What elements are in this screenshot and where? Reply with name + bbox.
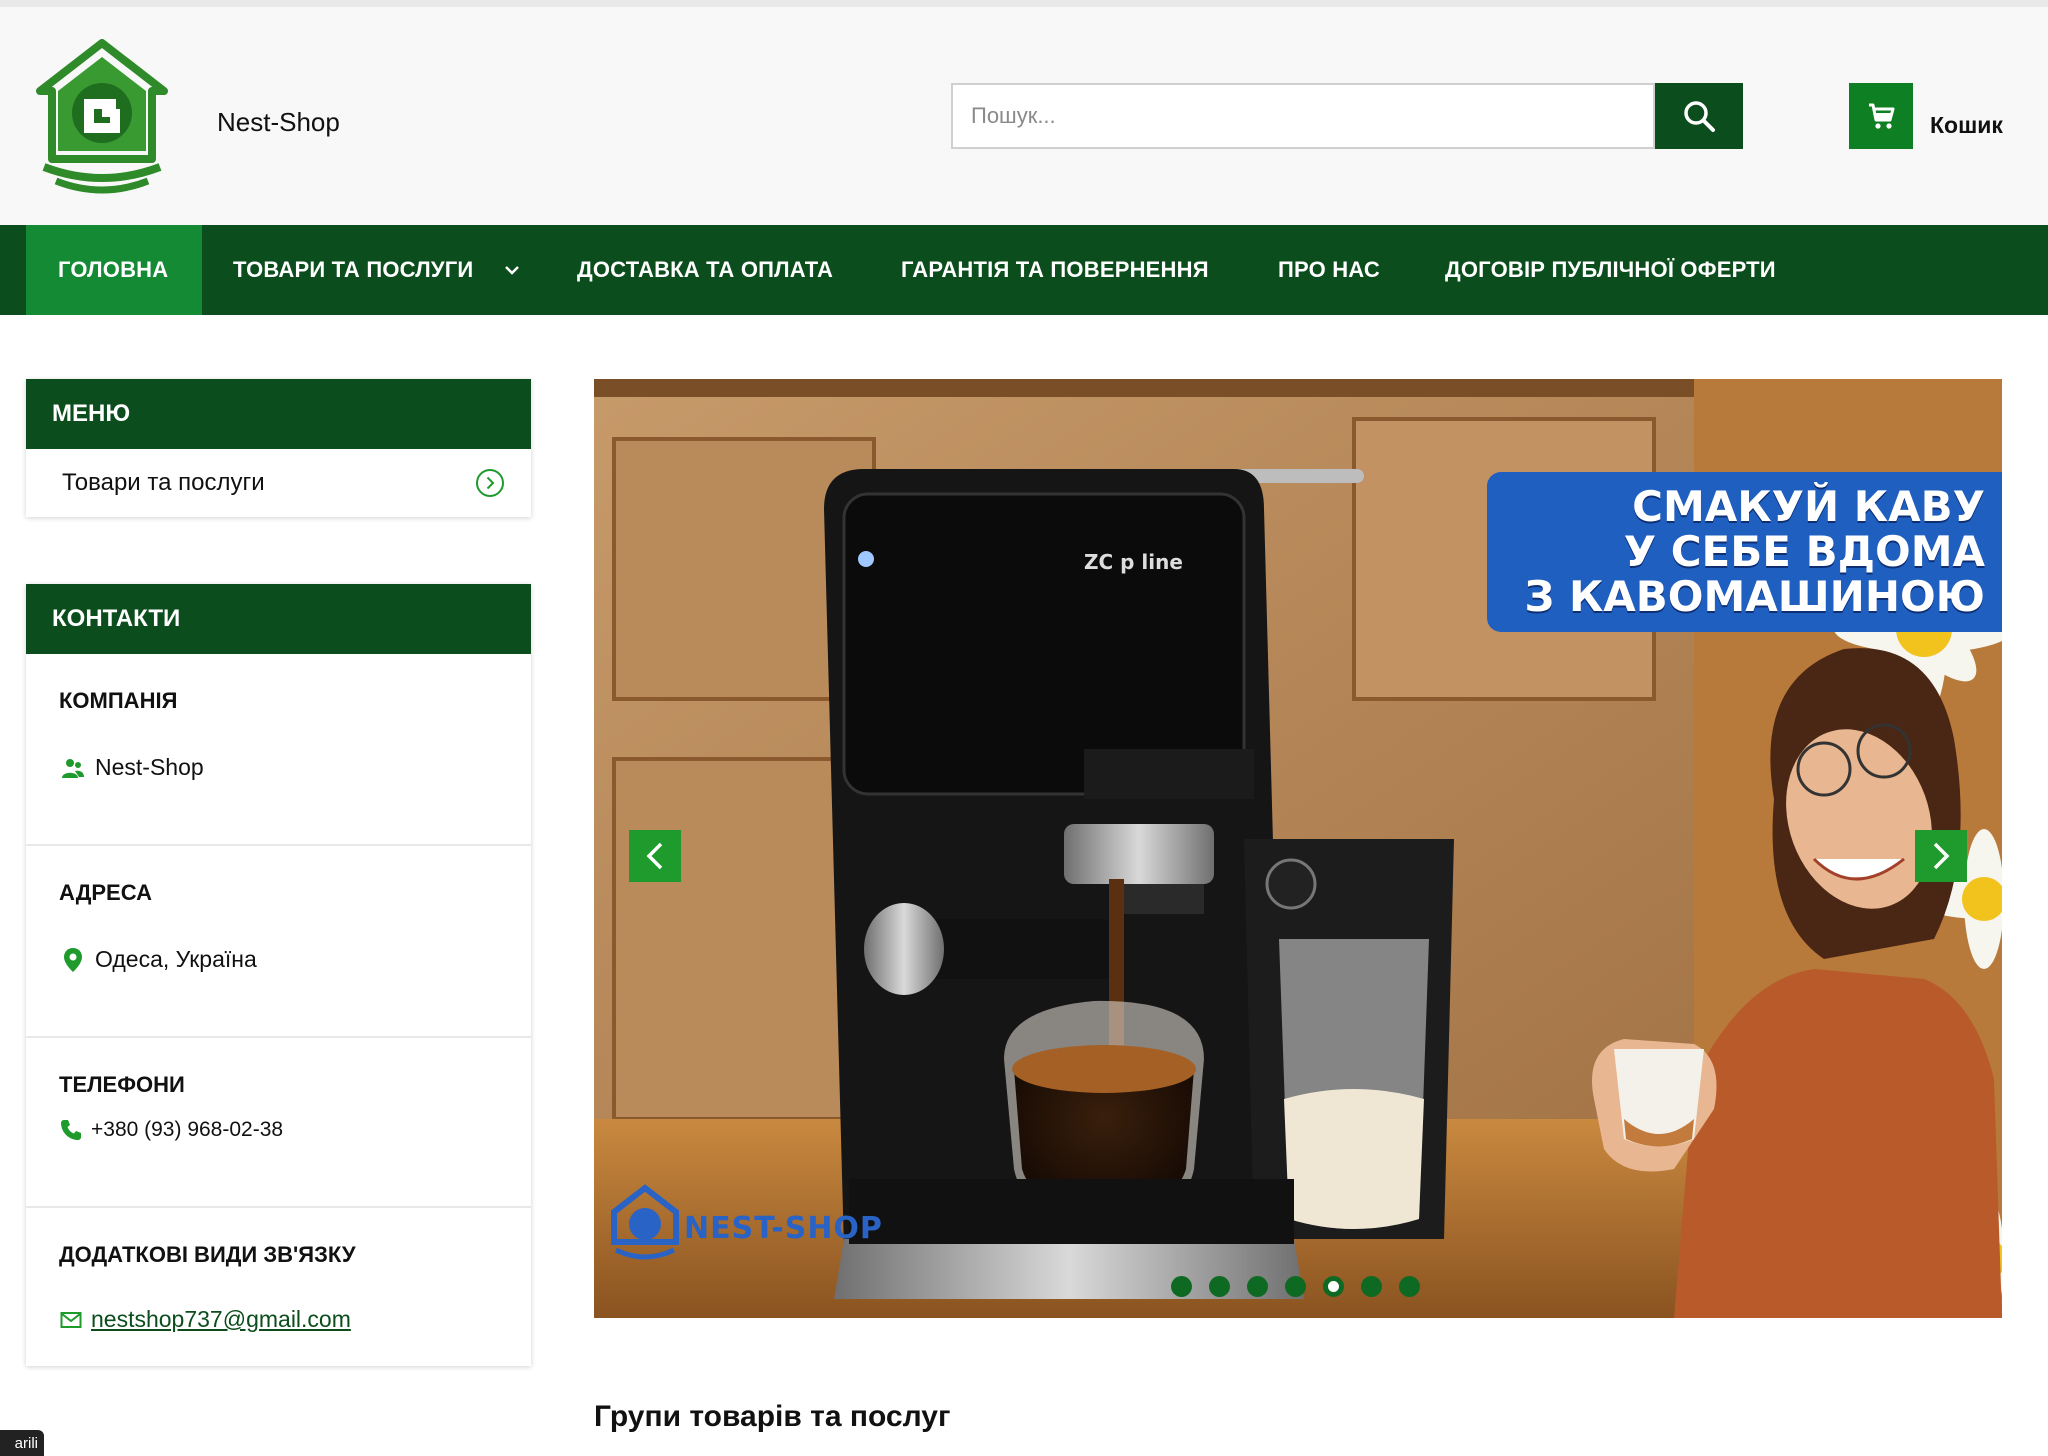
nav-delivery-label: ДОСТАВКА ТА ОПЛАТА	[577, 257, 834, 282]
slider-dot[interactable]	[1399, 1276, 1420, 1297]
slider-dot[interactable]	[1247, 1276, 1268, 1297]
users-icon	[59, 756, 87, 780]
address-row: Одеса, Україна	[59, 946, 257, 973]
cart-icon	[1869, 103, 1895, 129]
phone-number[interactable]: +380 (93) 968-02-38	[91, 1118, 283, 1142]
contact-extra: ДОДАТКОВІ ВИДИ ЗВ'ЯЗКУ nestshop737@gmail…	[26, 1208, 531, 1366]
address-title: АДРЕСА	[59, 880, 152, 905]
menu-panel-title: МЕНЮ	[26, 379, 531, 449]
corner-badge[interactable]: arili	[0, 1430, 44, 1456]
nav-about-label: ПРО НАС	[1278, 257, 1380, 282]
main-nav: ГОЛОВНА ТОВАРИ ТА ПОСЛУГИ ДОСТАВКА ТА ОП…	[0, 225, 2048, 315]
nav-home[interactable]: ГОЛОВНА	[26, 225, 202, 315]
watermark-logo: NEST-SHOP	[684, 1211, 883, 1246]
company-name: Nest-Shop	[95, 754, 204, 780]
slider-next-button[interactable]	[1915, 830, 1967, 882]
slogan-line-2: У СЕБЕ ВДОМА	[1623, 527, 1985, 576]
slider-dot-active[interactable]	[1323, 1276, 1344, 1297]
chevron-left-icon	[646, 842, 663, 870]
slider-dots	[1171, 1276, 1420, 1297]
nav-products[interactable]: ТОВАРИ ТА ПОСЛУГИ	[233, 225, 521, 315]
nav-products-label: ТОВАРИ ТА ПОСЛУГИ	[233, 257, 474, 282]
contact-address: АДРЕСА Одеса, Україна	[26, 846, 531, 1038]
nav-about[interactable]: ПРО НАС	[1278, 225, 1380, 315]
cart-label[interactable]: Кошик	[1930, 112, 2003, 139]
top-strip	[0, 0, 2048, 7]
menu-panel: МЕНЮ Товари та послуги	[26, 379, 531, 517]
groups-heading: Групи товарів та послуг	[594, 1400, 951, 1433]
nav-warranty[interactable]: ГАРАНТІЯ ТА ПОВЕРНЕННЯ	[901, 225, 1209, 315]
slogan-line-3: З КАВОМАШИНОЮ	[1524, 572, 1985, 621]
nav-warranty-label: ГАРАНТІЯ ТА ПОВЕРНЕННЯ	[901, 257, 1209, 282]
nav-delivery[interactable]: ДОСТАВКА ТА ОПЛАТА	[577, 225, 833, 315]
search-input[interactable]	[953, 85, 1653, 147]
phones-title: ТЕЛЕФОНИ	[59, 1072, 185, 1097]
nav-offer[interactable]: ДОГОВІР ПУБЛІЧНОЇ ОФЕРТИ	[1445, 225, 1776, 315]
envelope-icon	[59, 1311, 83, 1329]
slogan-box: СМАКУЙ КАВУ У СЕБЕ ВДОМА З КАВОМАШИНОЮ	[1487, 472, 2002, 632]
cart-button[interactable]	[1849, 83, 1913, 149]
chevron-down-icon	[505, 266, 520, 275]
contact-company: КОМПАНІЯ Nest-Shop	[26, 654, 531, 846]
chevron-right-icon	[1933, 842, 1950, 870]
extra-title: ДОДАТКОВІ ВИДИ ЗВ'ЯЗКУ	[59, 1242, 356, 1267]
slider-dot[interactable]	[1361, 1276, 1382, 1297]
search-field[interactable]	[951, 83, 1655, 149]
search-button[interactable]	[1655, 83, 1743, 149]
watermark-emblem	[611, 1184, 679, 1260]
slogan-line-1: СМАКУЙ КАВУ	[1632, 482, 1985, 531]
phone-icon	[59, 1119, 83, 1141]
phone-row: +380 (93) 968-02-38	[59, 1118, 283, 1142]
contacts-panel: КОНТАКТИ КОМПАНІЯ Nest-Shop АДРЕСА Одеса…	[26, 584, 531, 1366]
company-row: Nest-Shop	[59, 754, 204, 781]
slider-dot[interactable]	[1171, 1276, 1192, 1297]
svg-text:ZC p line: ZC p line	[1084, 550, 1183, 574]
chevron-right-circle-icon	[476, 469, 504, 497]
watermark-text: NEST-SHOP	[684, 1211, 883, 1246]
slider-dot[interactable]	[1285, 1276, 1306, 1297]
brand-name[interactable]: Nest-Shop	[217, 107, 340, 138]
email-row: nestshop737@gmail.com	[59, 1306, 351, 1333]
search-icon	[1684, 101, 1715, 132]
corner-badge-text: arili	[14, 1434, 38, 1452]
address-value: Одеса, Україна	[95, 946, 257, 972]
slider-dot[interactable]	[1209, 1276, 1230, 1297]
menu-item-products[interactable]: Товари та послуги	[26, 449, 531, 517]
menu-item-label: Товари та послуги	[62, 469, 265, 496]
nav-home-label: ГОЛОВНА	[58, 257, 169, 282]
email-link[interactable]: nestshop737@gmail.com	[91, 1306, 351, 1333]
contacts-panel-title: КОНТАКТИ	[26, 584, 531, 654]
slider-prev-button[interactable]	[629, 830, 681, 882]
promo-slider: ZC p line СМАКУЙ КАВУ У СЕБЕ ВДОМА З КАВ…	[594, 379, 2002, 1318]
company-title: КОМПАНІЯ	[59, 688, 178, 713]
map-pin-icon	[59, 947, 87, 973]
nav-offer-label: ДОГОВІР ПУБЛІЧНОЇ ОФЕРТИ	[1445, 257, 1776, 282]
site-header: Nest-Shop Кошик	[0, 7, 2048, 225]
contact-phones: ТЕЛЕФОНИ +380 (93) 968-02-38	[26, 1038, 531, 1208]
logo[interactable]	[34, 39, 170, 195]
